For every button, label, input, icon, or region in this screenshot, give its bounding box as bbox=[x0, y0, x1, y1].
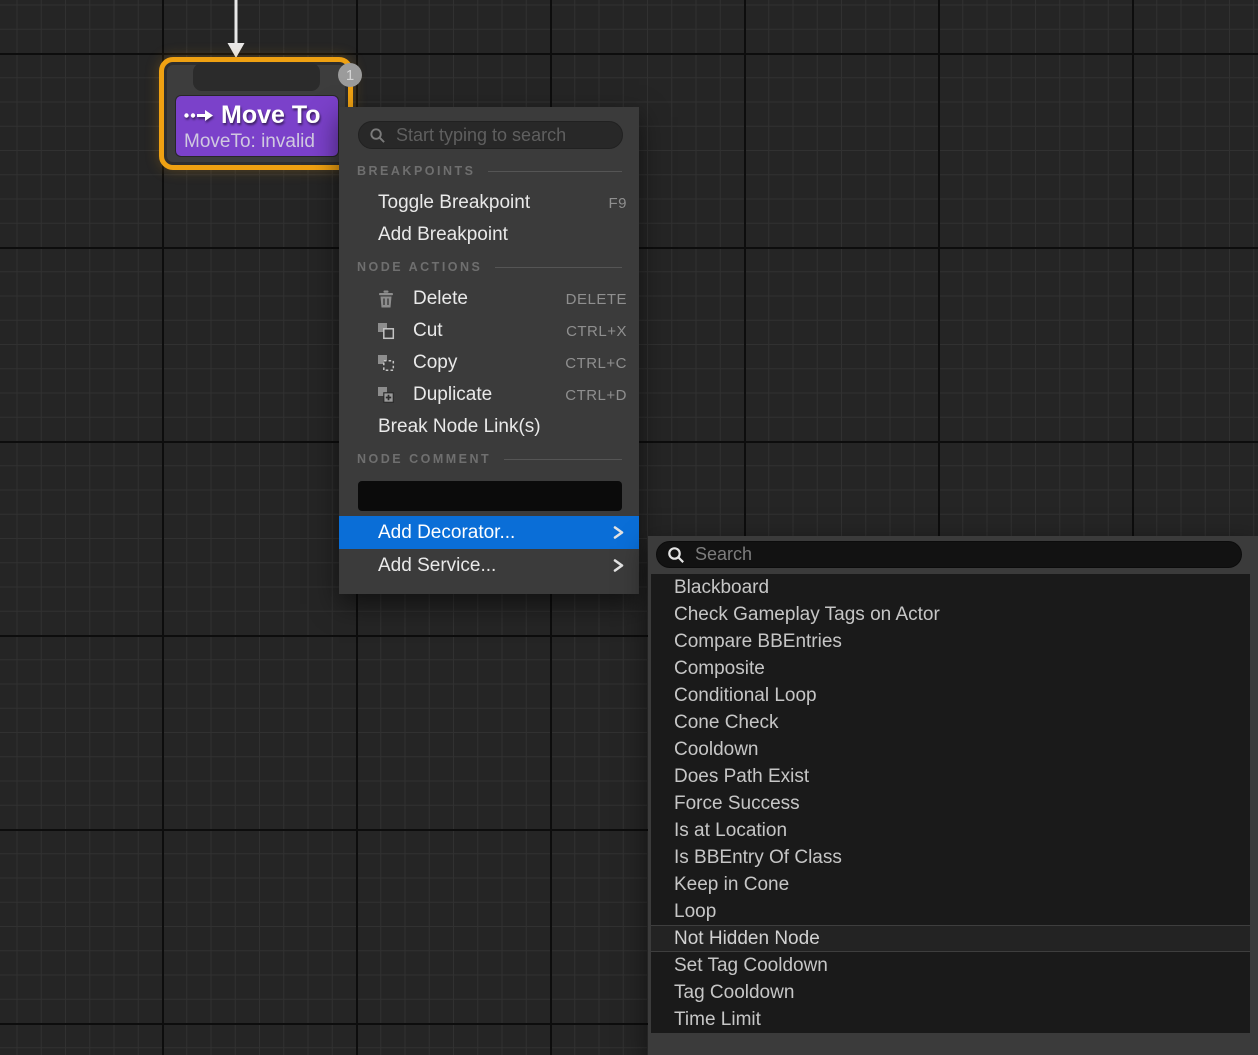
menu-item-add-breakpoint[interactable]: Add Breakpoint bbox=[339, 219, 639, 251]
context-menu: BREAKPOINTSToggle BreakpointF9Add Breakp… bbox=[339, 107, 639, 594]
menu-item-cut[interactable]: CutCTRL+X bbox=[339, 315, 639, 347]
list-item-keep-in-cone[interactable]: Keep in Cone bbox=[651, 871, 1250, 898]
search-icon bbox=[369, 127, 386, 144]
list-item-set-tag-cooldown[interactable]: Set Tag Cooldown bbox=[651, 952, 1250, 979]
list-item-composite[interactable]: Composite bbox=[651, 655, 1250, 682]
node-comment-row bbox=[339, 475, 639, 512]
list-item-compare-bbentries[interactable]: Compare BBEntries bbox=[651, 628, 1250, 655]
cut-icon bbox=[377, 322, 395, 340]
list-item-time-limit[interactable]: Time Limit bbox=[651, 1006, 1250, 1033]
section-rule bbox=[495, 267, 622, 268]
node-header[interactable]: Move To MoveTo: invalid bbox=[176, 96, 338, 156]
node-title: Move To bbox=[221, 101, 321, 130]
section-header-node-actions: NODE ACTIONS bbox=[339, 251, 639, 283]
menu-item-duplicate[interactable]: DuplicateCTRL+D bbox=[339, 379, 639, 411]
shortcut-label: F9 bbox=[608, 195, 627, 212]
list-item-conditional-loop[interactable]: Conditional Loop bbox=[651, 682, 1250, 709]
execution-index-badge: 1 bbox=[338, 63, 362, 87]
execution-wire-arrow-icon bbox=[226, 0, 246, 58]
menu-item-add-service[interactable]: Add Service... bbox=[339, 549, 639, 582]
list-item-check-gameplay-tags-on-actor[interactable]: Check Gameplay Tags on Actor bbox=[651, 601, 1250, 628]
shortcut-label: CTRL+D bbox=[565, 387, 627, 404]
list-item-cooldown[interactable]: Cooldown bbox=[651, 736, 1250, 763]
menu-item-break-node-link-s[interactable]: Break Node Link(s) bbox=[339, 411, 639, 443]
menu-item-copy[interactable]: CopyCTRL+C bbox=[339, 347, 639, 379]
move-to-node[interactable]: 1 Move To MoveTo: invalid bbox=[159, 57, 353, 170]
decorator-list: BlackboardCheck Gameplay Tags on ActorCo… bbox=[651, 574, 1250, 1033]
list-item-does-path-exist[interactable]: Does Path Exist bbox=[651, 763, 1250, 790]
submenu-search-input[interactable] bbox=[693, 543, 1231, 566]
shortcut-label: CTRL+C bbox=[565, 355, 627, 372]
node-comment-strip bbox=[193, 63, 320, 91]
copy-icon bbox=[377, 354, 395, 372]
behavior-tree-graph-canvas[interactable]: 1 Move To MoveTo: invalid bbox=[0, 0, 1258, 1055]
menu-item-delete[interactable]: DeleteDELETE bbox=[339, 283, 639, 315]
list-item-blackboard[interactable]: Blackboard bbox=[651, 574, 1250, 601]
context-menu-rows: BREAKPOINTSToggle BreakpointF9Add Breakp… bbox=[339, 155, 639, 582]
submenu-search[interactable] bbox=[656, 541, 1242, 568]
decorator-submenu: BlackboardCheck Gameplay Tags on ActorCo… bbox=[648, 536, 1258, 1055]
search-icon bbox=[667, 546, 685, 564]
chevron-right-icon bbox=[612, 557, 625, 574]
menu-item-toggle-breakpoint[interactable]: Toggle BreakpointF9 bbox=[339, 187, 639, 219]
list-item-not-hidden-node[interactable]: Not Hidden Node bbox=[651, 925, 1250, 952]
list-item-cone-check[interactable]: Cone Check bbox=[651, 709, 1250, 736]
duplicate-icon bbox=[377, 386, 395, 404]
context-menu-search[interactable] bbox=[358, 121, 623, 149]
list-item-force-success[interactable]: Force Success bbox=[651, 790, 1250, 817]
node-subtitle: MoveTo: invalid bbox=[176, 131, 338, 153]
section-rule bbox=[504, 459, 622, 460]
menu-item-add-decorator[interactable]: Add Decorator... bbox=[339, 516, 639, 549]
trash-icon bbox=[377, 290, 395, 309]
move-to-icon bbox=[184, 109, 214, 122]
context-menu-search-input[interactable] bbox=[394, 124, 612, 147]
list-item-tag-cooldown[interactable]: Tag Cooldown bbox=[651, 979, 1250, 1006]
section-header-node-comment: NODE COMMENT bbox=[339, 443, 639, 475]
shortcut-label: DELETE bbox=[566, 291, 627, 308]
chevron-right-icon bbox=[612, 524, 625, 541]
shortcut-label: CTRL+X bbox=[566, 323, 627, 340]
node-comment-input[interactable] bbox=[358, 481, 622, 511]
list-item-is-at-location[interactable]: Is at Location bbox=[651, 817, 1250, 844]
section-header-breakpoints: BREAKPOINTS bbox=[339, 155, 639, 187]
section-rule bbox=[488, 171, 622, 172]
list-item-loop[interactable]: Loop bbox=[651, 898, 1250, 925]
list-item-is-bbentry-of-class[interactable]: Is BBEntry Of Class bbox=[651, 844, 1250, 871]
